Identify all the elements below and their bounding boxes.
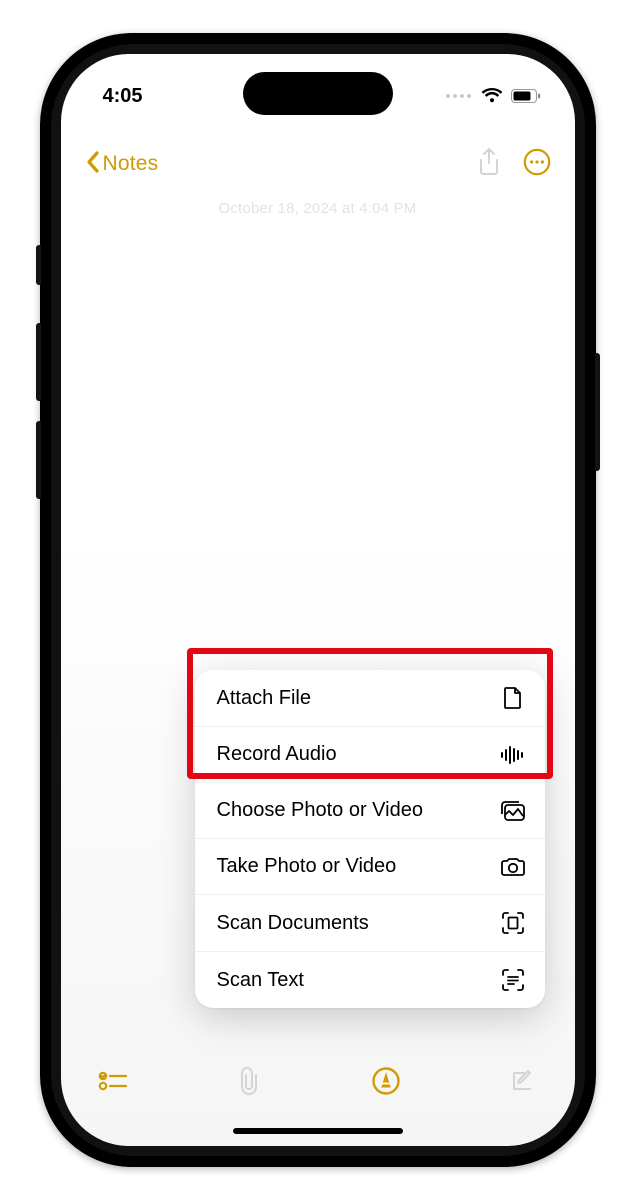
ring-switch bbox=[36, 245, 41, 285]
more-button[interactable] bbox=[523, 148, 551, 181]
note-timestamp: October 18, 2024 at 4:04 PM bbox=[89, 200, 547, 217]
compose-icon bbox=[508, 1067, 536, 1095]
menu-item-label: Record Audio bbox=[217, 743, 337, 766]
markup-icon bbox=[371, 1066, 401, 1096]
menu-item-record-audio[interactable]: Record Audio bbox=[195, 727, 545, 783]
volume-up-button bbox=[36, 323, 41, 401]
status-time: 4:05 bbox=[103, 85, 143, 108]
battery-icon bbox=[511, 89, 541, 103]
markup-button[interactable] bbox=[364, 1066, 408, 1096]
volume-down-button bbox=[36, 421, 41, 499]
menu-item-attach-file[interactable]: Attach File bbox=[195, 670, 545, 727]
menu-item-label: Attach File bbox=[217, 687, 311, 710]
home-indicator bbox=[233, 1128, 403, 1134]
share-button[interactable] bbox=[477, 147, 501, 182]
paperclip-icon bbox=[236, 1066, 262, 1096]
attach-menu: Attach File Record Audio Choose Photo or… bbox=[195, 670, 545, 1008]
menu-item-take-photo[interactable]: Take Photo or Video bbox=[195, 839, 545, 895]
menu-item-label: Scan Text bbox=[217, 969, 304, 992]
document-icon bbox=[500, 686, 526, 710]
menu-item-label: Scan Documents bbox=[217, 912, 369, 935]
back-button[interactable]: Notes bbox=[85, 150, 159, 179]
photo-stack-icon bbox=[500, 800, 526, 822]
nav-header: Notes bbox=[61, 138, 575, 190]
compose-button[interactable] bbox=[500, 1067, 544, 1095]
attach-button[interactable] bbox=[227, 1066, 271, 1096]
back-label: Notes bbox=[103, 152, 159, 176]
checklist-button[interactable] bbox=[91, 1070, 135, 1092]
cellular-dots-icon bbox=[446, 94, 471, 98]
camera-icon bbox=[500, 857, 526, 877]
menu-item-label: Choose Photo or Video bbox=[217, 799, 423, 822]
side-button bbox=[595, 353, 600, 471]
wifi-icon bbox=[481, 88, 503, 104]
menu-item-label: Take Photo or Video bbox=[217, 855, 397, 878]
menu-item-choose-photo[interactable]: Choose Photo or Video bbox=[195, 783, 545, 839]
screen: 4:05 Notes bbox=[61, 54, 575, 1146]
menu-item-scan-documents[interactable]: Scan Documents bbox=[195, 895, 545, 952]
chevron-left-icon bbox=[85, 150, 101, 179]
waveform-icon bbox=[500, 745, 526, 765]
iphone-frame: 4:05 Notes bbox=[40, 33, 596, 1167]
scan-text-icon bbox=[500, 968, 526, 992]
menu-item-scan-text[interactable]: Scan Text bbox=[195, 952, 545, 1008]
scan-doc-icon bbox=[500, 911, 526, 935]
checklist-icon bbox=[98, 1070, 128, 1092]
bottom-toolbar bbox=[61, 1050, 575, 1112]
dynamic-island bbox=[243, 72, 393, 115]
